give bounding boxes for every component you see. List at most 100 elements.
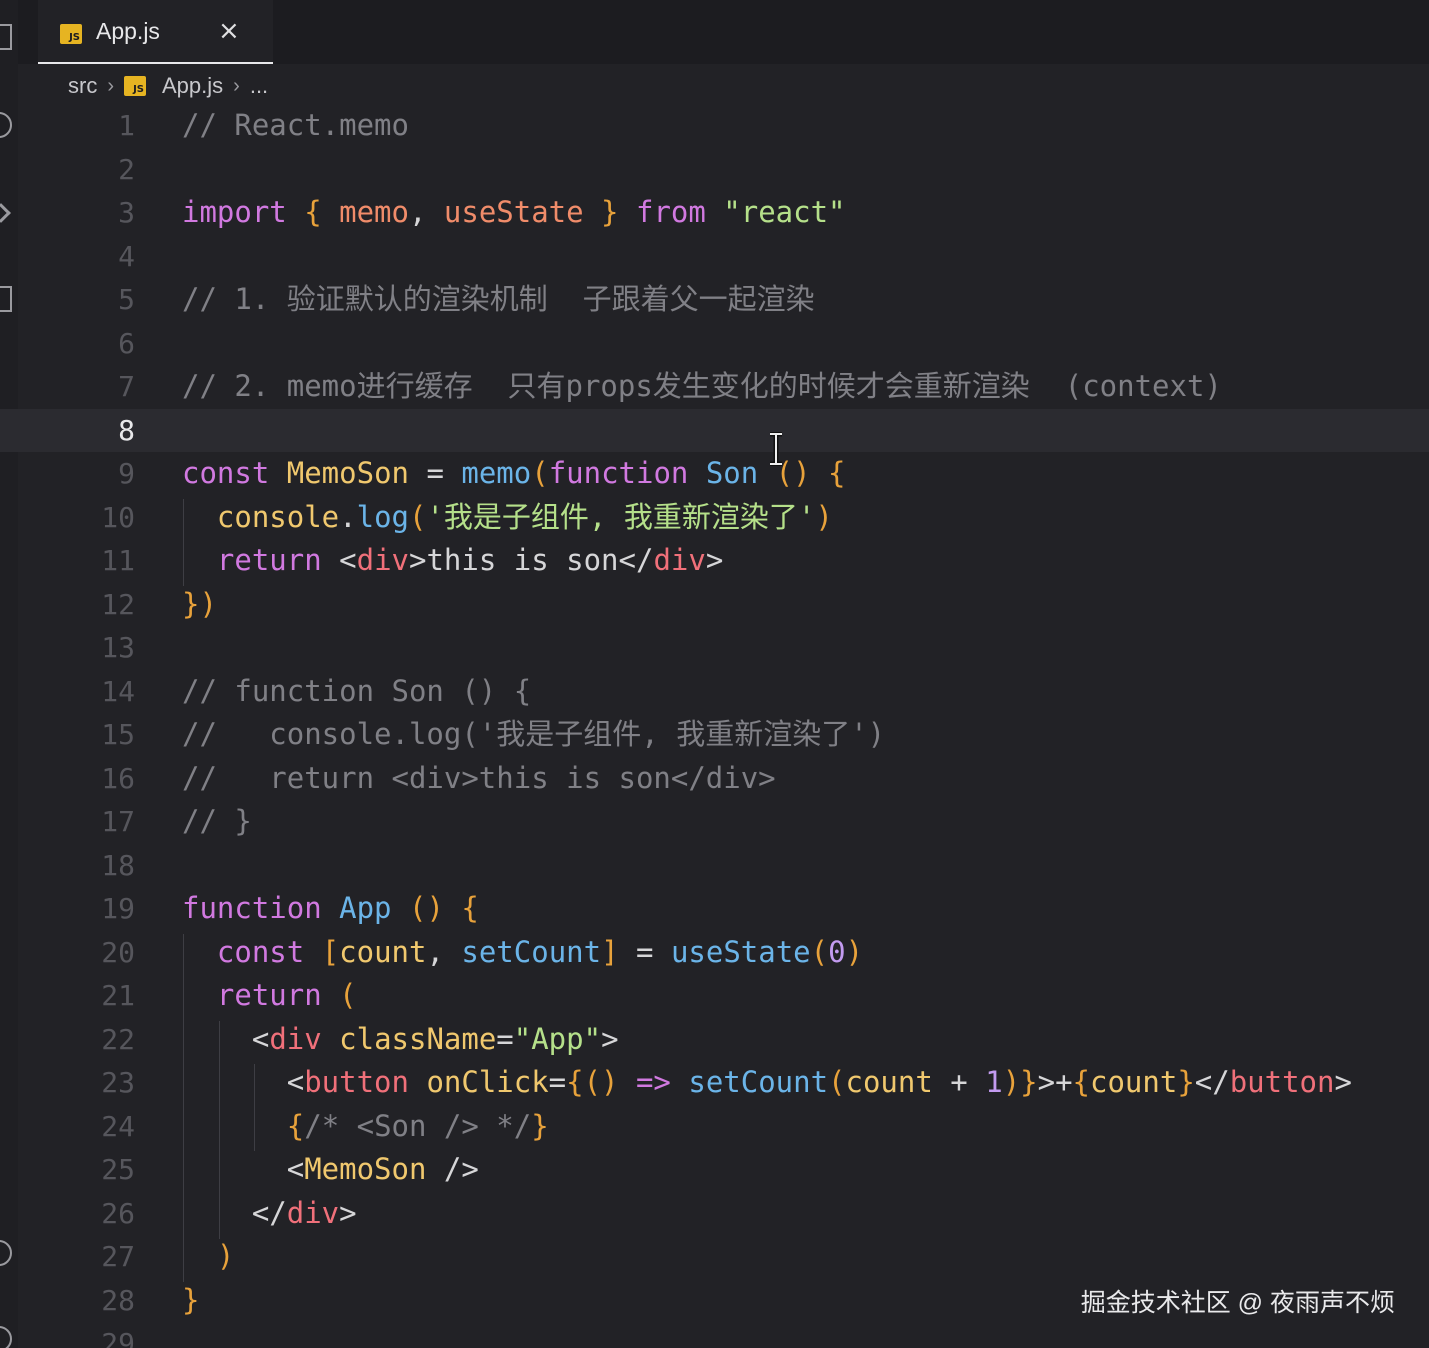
code-text: }) [182, 583, 217, 627]
code-token: ] [601, 934, 619, 969]
line-number: 2 [118, 152, 135, 186]
code-token: = [408, 456, 462, 490]
code-token: // React.memo [182, 108, 409, 142]
code-token: log [356, 499, 409, 534]
line-number: 29 [101, 1327, 135, 1348]
code-token: { [304, 195, 340, 229]
code-token: } [1177, 1065, 1195, 1099]
code-line[interactable]: 1 // React.memo [0, 104, 1429, 148]
code-token: MemoSon [286, 456, 409, 490]
code-line[interactable]: 9 const MemoSon = memo(function Son () { [0, 452, 1429, 496]
code-token: { [1072, 1065, 1090, 1099]
code-line[interactable]: 29 [0, 1322, 1429, 1348]
tab-app-js[interactable]: JS App.js × [38, 0, 273, 64]
code-line[interactable]: 5 // 1. 验证默认的渲染机制 子跟着父一起渲染 [0, 278, 1429, 322]
code-line[interactable]: 18 [0, 844, 1429, 888]
line-number: 19 [101, 892, 135, 925]
code-line[interactable]: 3 import { memo, useState } from "react" [0, 191, 1429, 235]
code-token: button [1229, 1065, 1335, 1099]
code-token: () { [775, 456, 846, 490]
breadcrumb-folder[interactable]: src [68, 73, 97, 99]
code-line[interactable]: 13 [0, 626, 1429, 670]
line-number: 24 [101, 1109, 135, 1143]
code-token: div [356, 543, 409, 577]
code-token: = [496, 1021, 514, 1056]
code-text: function App () { [182, 887, 479, 931]
code-token: div [286, 1195, 340, 1230]
code-text: console.log('我是子组件, 我重新渲染了') [182, 496, 833, 540]
code-token: } [182, 1282, 200, 1317]
code-token: >+ [1037, 1065, 1073, 1099]
code-token: < [339, 543, 357, 577]
code-token: ( [339, 978, 357, 1012]
code-token: div [653, 543, 706, 577]
code-token: = [618, 934, 671, 969]
close-icon[interactable]: × [218, 16, 240, 46]
code-token: ( [828, 1065, 846, 1099]
code-line[interactable]: 24 {/* <Son /> */} [0, 1105, 1429, 1149]
code-token: Son [705, 456, 776, 490]
code-token: < [182, 1065, 305, 1099]
code-line[interactable]: 27 ) [0, 1235, 1429, 1279]
code-token: ) [815, 499, 833, 534]
code-line[interactable]: 15 // console.log('我是子组件, 我重新渲染了') [0, 713, 1429, 757]
code-line[interactable]: 14 // function Son () { [0, 670, 1429, 714]
code-line[interactable]: 2 [0, 148, 1429, 192]
line-number: 11 [101, 544, 135, 577]
code-text: </div> [182, 1192, 357, 1236]
code-token: App [339, 891, 409, 925]
code-text: ) [182, 1235, 234, 1279]
code-line[interactable]: 4 [0, 235, 1429, 279]
code-text: // 1. 验证默认的渲染机制 子跟着父一起渲染 [182, 278, 815, 322]
code-token: // console.log('我是子组件, 我重新渲染了') [182, 717, 886, 751]
line-number: 9 [118, 457, 135, 490]
code-line[interactable]: 12}) [0, 583, 1429, 627]
breadcrumb-file[interactable]: App.js [162, 73, 223, 99]
code-line[interactable]: 20 const [count, setCount] = useState(0) [0, 931, 1429, 975]
line-number: 23 [101, 1066, 135, 1099]
code-line[interactable]: 23 <button onClick={() => setCount(count… [0, 1061, 1429, 1105]
line-number: 27 [101, 1240, 135, 1273]
code-text: <button onClick={() => setCount(count + … [182, 1061, 1352, 1105]
code-token: ) [845, 934, 864, 969]
code-line[interactable]: 22 <div className="App"> [0, 1018, 1429, 1062]
code-token: </ [1194, 1065, 1230, 1099]
code-line[interactable]: 21 return ( [0, 974, 1429, 1018]
code-token: setCount [688, 1065, 829, 1099]
line-number: 22 [101, 1022, 135, 1056]
code-text: const [count, setCount] = useState(0) [182, 931, 863, 975]
code-token: // 2. memo进行缓存 只有props发生变化的时候才会重新渲染 (con… [182, 369, 1222, 403]
explorer-icon[interactable] [0, 24, 12, 50]
line-number: 21 [101, 979, 135, 1012]
code-line[interactable]: 6 [0, 322, 1429, 366]
breadcrumb-symbol[interactable]: ... [250, 73, 268, 99]
code-token: [ [321, 934, 340, 969]
line-number: 7 [118, 370, 135, 403]
code-token: } [531, 1108, 549, 1143]
code-token: setCount [461, 934, 602, 969]
code-line[interactable]: 7 // 2. memo进行缓存 只有props发生变化的时候才会重新渲染 (co… [0, 365, 1429, 409]
code-text: // 2. memo进行缓存 只有props发生变化的时候才会重新渲染 (con… [182, 365, 1222, 409]
code-line[interactable]: 8 [0, 408, 1429, 452]
code-text: import { memo, useState } from "react" [182, 191, 846, 235]
code-text: // } [182, 800, 252, 844]
code-token: "react" [723, 195, 846, 229]
code-token: const [182, 456, 287, 490]
code-token: )} [1002, 1065, 1038, 1099]
chevron-right-icon: › [107, 74, 114, 97]
line-number: 12 [101, 587, 135, 621]
code-token: ( [409, 499, 427, 534]
code-line[interactable]: 19 function App () { [0, 887, 1429, 931]
code-line[interactable]: 17 // } [0, 800, 1429, 844]
code-line[interactable]: 10 console.log('我是子组件, 我重新渲染了') [0, 496, 1429, 540]
code-line[interactable]: 11 return <div>this is son</div> [0, 539, 1429, 583]
code-line[interactable]: 16 // return <div>this is son</div> [0, 757, 1429, 801]
code-line[interactable]: 26 </div> [0, 1192, 1429, 1236]
line-number: 3 [118, 196, 135, 229]
code-token: memo [461, 456, 532, 490]
code-token: useState [670, 934, 811, 969]
code-text: <MemoSon /> [182, 1148, 479, 1192]
code-token: className [339, 1021, 497, 1056]
code-line[interactable]: 25 <MemoSon /> [0, 1148, 1429, 1192]
code-token: . [339, 499, 357, 534]
